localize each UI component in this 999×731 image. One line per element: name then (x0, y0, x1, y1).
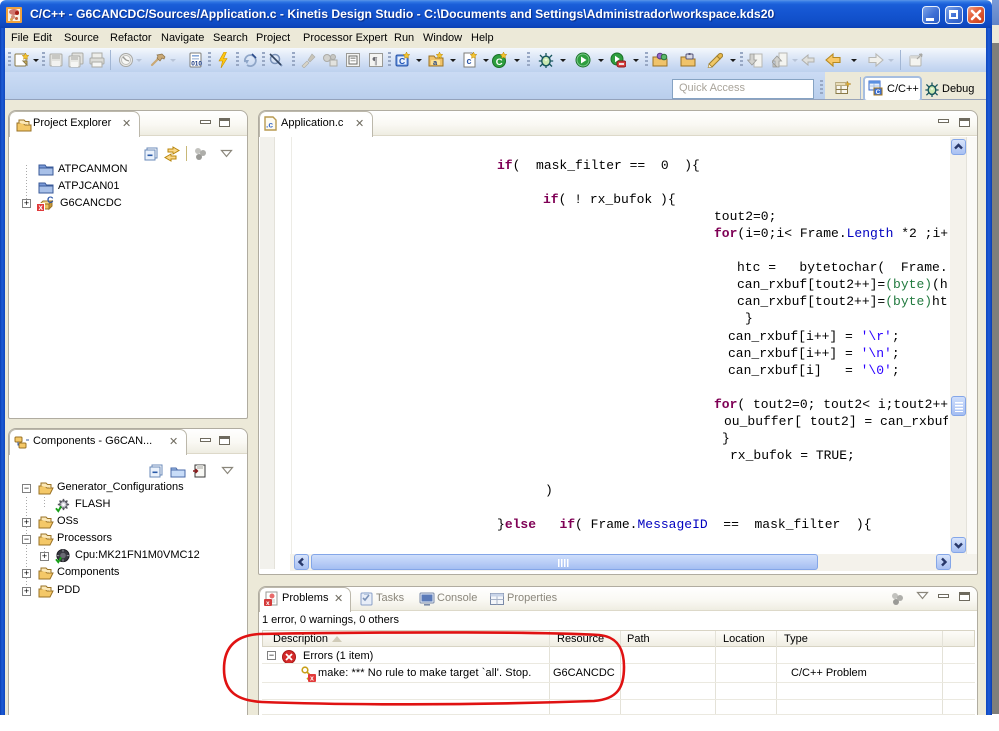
svg-text:C: C (47, 196, 54, 205)
svg-text:x: x (266, 600, 270, 607)
svg-text:.c: .c (266, 120, 273, 130)
svg-text:¶: ¶ (373, 55, 378, 67)
svg-text:c: c (467, 56, 472, 66)
svg-text:C: C (496, 57, 503, 68)
svg-text:C: C (399, 56, 405, 66)
svg-text:C: C (876, 89, 881, 96)
svg-text:010: 010 (191, 61, 202, 68)
